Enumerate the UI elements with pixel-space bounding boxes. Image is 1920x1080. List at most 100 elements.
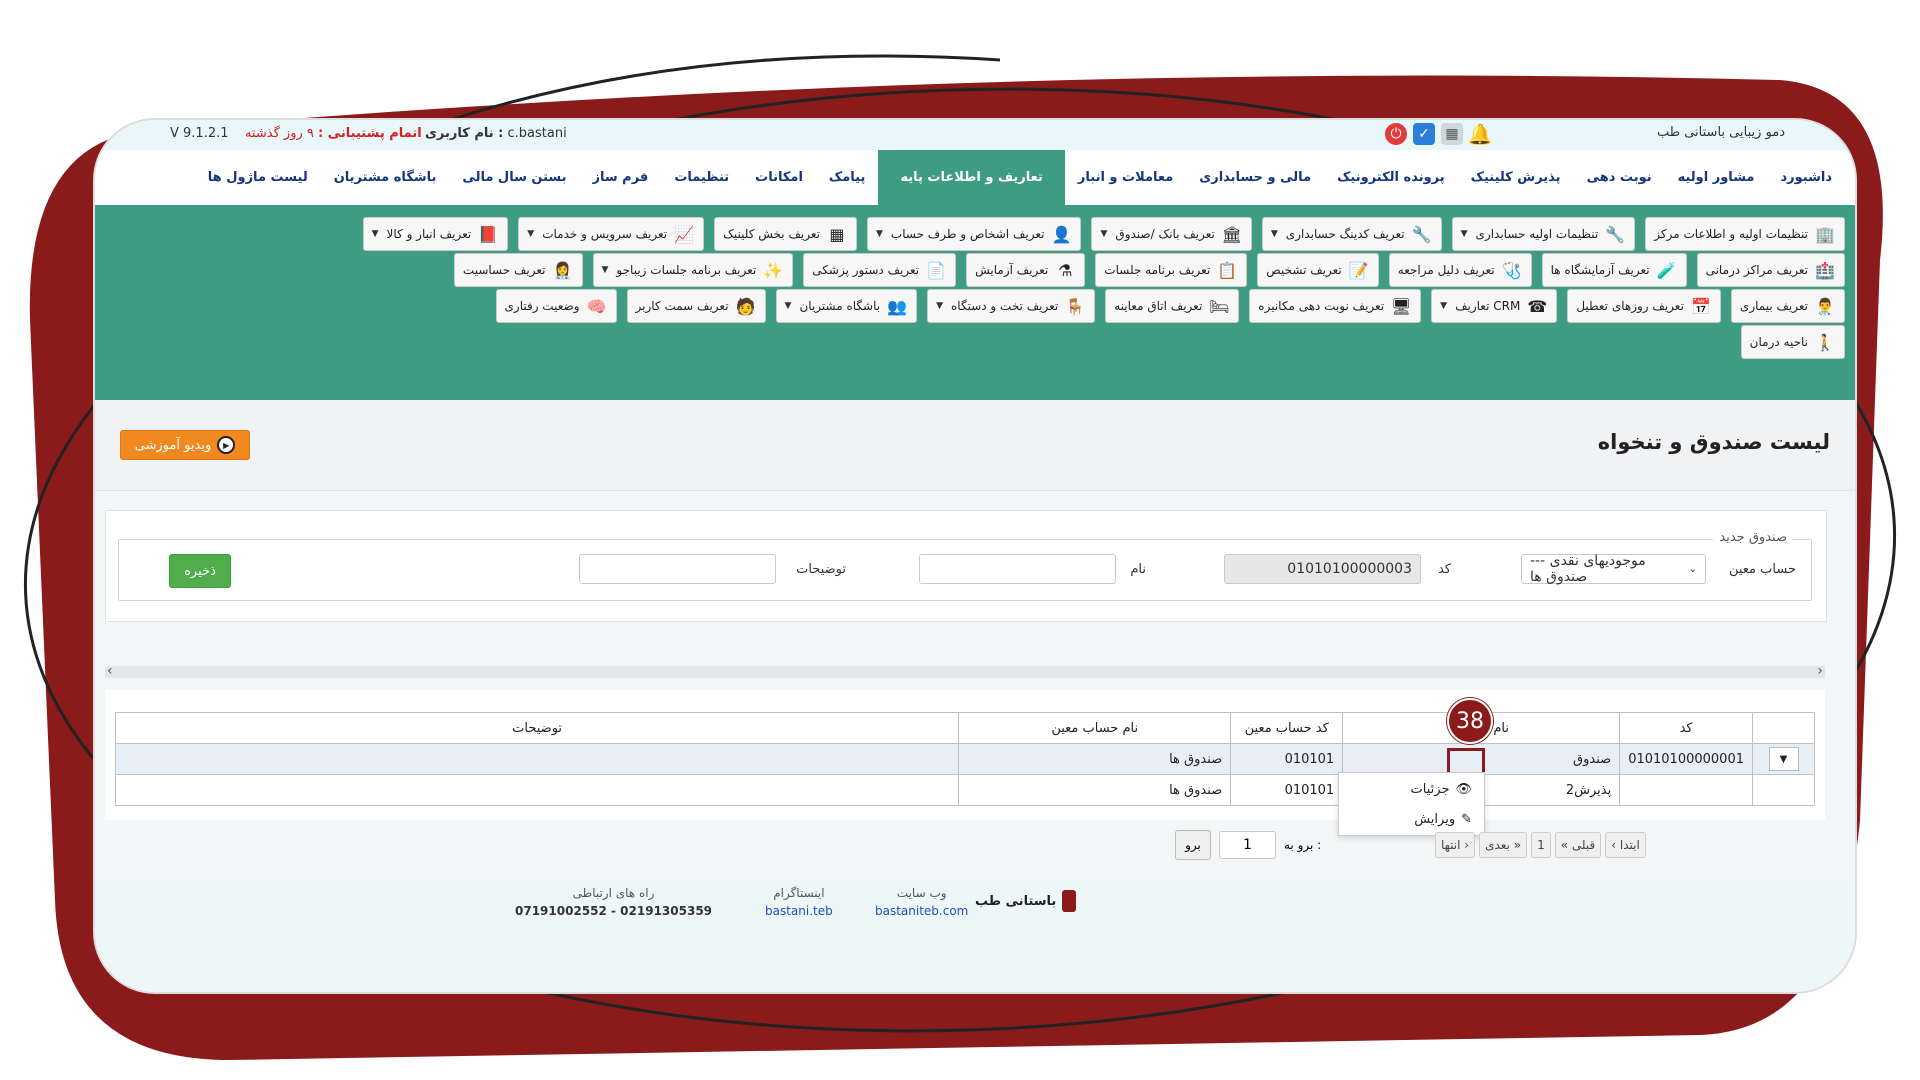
table-row[interactable]: پذیرش2 010101 صندوق ها bbox=[114, 774, 1815, 806]
horizontal-scrollbar[interactable]: ‹ › bbox=[105, 663, 1825, 679]
toolbar-button-label: تعریف برنامه جلسات bbox=[1104, 263, 1211, 277]
toolbar-button-icon: ▦ bbox=[829, 224, 845, 244]
calendar-check-icon[interactable]: ✓ bbox=[1413, 123, 1435, 145]
username: c.bastani bbox=[507, 126, 567, 141]
pager-page[interactable]: 1 bbox=[1531, 832, 1551, 858]
table-header-row: کد نام حساب کد حساب معین نام حساب معین ت… bbox=[114, 712, 1815, 744]
toolbar-button[interactable]: 📝 تعریف تشخیص bbox=[1257, 253, 1379, 287]
toolbar-button[interactable]: 👤 تعریف اشخاص و طرف حساب ▼ bbox=[866, 217, 1082, 251]
save-button[interactable]: ذخیره bbox=[169, 554, 231, 588]
toolbar-button[interactable]: 🛏 تعریف اتاق معاینه bbox=[1105, 289, 1240, 323]
toolbar-button[interactable]: 🪑 تعریف تخت و دستگاه ▼ bbox=[927, 289, 1096, 323]
pager-next[interactable]: بعدی » bbox=[1479, 832, 1528, 858]
pagination: ‹ ابتدا « قبلی 1 بعدی » انتها › bbox=[1435, 832, 1646, 858]
menu-item[interactable]: تعاریف و اطلاعات پایه bbox=[878, 150, 1065, 205]
toolbar-button[interactable]: 🧠 وضعیت رفتاری bbox=[495, 289, 617, 323]
table-row[interactable]: ▼ 01010100000001 صندوق 010101 صندوق ها bbox=[114, 743, 1815, 775]
name-field[interactable] bbox=[919, 554, 1116, 584]
menu-item[interactable]: تنظیمات bbox=[661, 150, 742, 205]
toolbar-button[interactable]: ☎ تعاریف CRM ▼ bbox=[1431, 289, 1558, 323]
toolbar-button[interactable]: ✨ تعریف برنامه جلسات زیباجو ▼ bbox=[592, 253, 794, 287]
toolbar-button[interactable]: 🧑 تعریف سمت کاربر bbox=[626, 289, 766, 323]
calendar-icon[interactable]: ▦ bbox=[1441, 123, 1463, 145]
toolbar-button[interactable]: 📕 تعریف انبار و کالا ▼ bbox=[362, 217, 509, 251]
toolbar-button[interactable]: 🏢 تنظیمات اولیه و اطلاعات مرکز bbox=[1645, 217, 1845, 251]
menu-item[interactable]: پذیرش کلینیک bbox=[1458, 150, 1574, 205]
menu-item[interactable]: فرم ساز bbox=[580, 150, 662, 205]
toolbar-button[interactable]: 🚶 ناحیه درمان bbox=[1740, 325, 1845, 359]
cash-box-table-card: کد نام حساب کد حساب معین نام حساب معین ت… bbox=[105, 690, 1825, 820]
instagram-link[interactable]: bastani.teb bbox=[765, 904, 833, 918]
menu-item[interactable]: نوبت دهی bbox=[1574, 150, 1665, 205]
toolbar-button-label: تعاریف CRM bbox=[1455, 299, 1521, 313]
menu-item[interactable]: بستن سال مالی bbox=[449, 150, 579, 205]
eye-icon: 👁 bbox=[1455, 781, 1472, 797]
pager-first[interactable]: ‹ ابتدا bbox=[1605, 832, 1646, 858]
menu-item[interactable]: پیامک bbox=[816, 150, 878, 205]
toolbar-button-icon: 🚶 bbox=[1815, 332, 1835, 352]
menu-item-edit[interactable]: ✎ ویرایش bbox=[1339, 805, 1484, 833]
account-select[interactable]: موجودیهای نقدی --- صندوق ها ⌄ bbox=[1521, 553, 1706, 585]
power-icon[interactable]: ⏻ bbox=[1385, 123, 1407, 145]
menu-item[interactable]: لیست ماژول ها bbox=[195, 150, 321, 205]
toolbar-button[interactable]: 👥 باشگاه مشتریان ▼ bbox=[775, 289, 918, 323]
code-field[interactable]: 01010100000003 bbox=[1224, 554, 1421, 584]
toolbar-button[interactable]: 🏛 تعریف بانک /صندوق ▼ bbox=[1091, 217, 1252, 251]
account-label: حساب معین bbox=[1728, 562, 1796, 577]
version: V 9.1.2.1 bbox=[170, 126, 229, 141]
toolbar-button[interactable]: ▦ تعریف بخش کلینیک bbox=[714, 217, 857, 251]
toolbar-button-icon: ☎ bbox=[1527, 296, 1548, 316]
toolbar-row-2: 🏥 تعریف مراکز درمانی 🧪 تعریف آزمایشگاه ها 🩺 ت… bbox=[453, 253, 1845, 287]
toolbar-button-label: تعریف دلیل مراجعه bbox=[1397, 263, 1495, 277]
toolbar-button[interactable]: 📈 تعریف سرویس و خدمات ▼ bbox=[518, 217, 705, 251]
bell-icon[interactable]: 🔔 bbox=[1468, 122, 1493, 146]
toolbar-button[interactable]: 📄 تعریف دستور پزشکی bbox=[803, 253, 957, 287]
toolbar-button[interactable]: 🔧 تنظیمات اولیه حسابداری ▼ bbox=[1451, 217, 1636, 251]
toolbar-button[interactable]: 🩺 تعریف دلیل مراجعه bbox=[1388, 253, 1532, 287]
user-info: نام کاربری : c.bastani bbox=[425, 126, 567, 141]
goto-button[interactable]: برو bbox=[1175, 830, 1211, 860]
menu-item[interactable]: معاملات و انبار bbox=[1065, 150, 1186, 205]
toolbar-button[interactable]: 📋 تعریف برنامه جلسات bbox=[1095, 253, 1248, 287]
toolbar-button[interactable]: 🧪 تعریف آزمایشگاه ها bbox=[1541, 253, 1687, 287]
toolbar-button[interactable]: 🔧 تعریف کدینگ حسابداری ▼ bbox=[1261, 217, 1442, 251]
toolbar-button-label: تنظیمات اولیه حسابداری bbox=[1475, 227, 1599, 241]
pager-prev[interactable]: « قبلی bbox=[1554, 832, 1602, 858]
cell-code bbox=[1619, 774, 1753, 806]
description-label: توضیحات bbox=[796, 562, 846, 577]
toolbar-button[interactable]: 👩‍⚕️ تعریف حساسیت bbox=[453, 253, 583, 287]
toolbar-button-label: تعریف بخش کلینیک bbox=[723, 227, 820, 241]
step-badge: 38 bbox=[1447, 698, 1493, 744]
video-tutorial-button[interactable]: ▶ ویدیو آموزشی bbox=[120, 430, 250, 460]
toolbar-button-label: تعریف آزمایشگاه ها bbox=[1550, 263, 1650, 277]
toolbar-button-label: تعریف تخت و دستگاه bbox=[951, 299, 1059, 313]
menu-item[interactable]: مالی و حسابداری bbox=[1186, 150, 1324, 205]
goto-input[interactable]: 1 bbox=[1219, 831, 1276, 859]
toolbar-button[interactable]: 👨‍⚕️ تعریف بیماری bbox=[1730, 289, 1845, 323]
toolbar-button-label: تعریف سرویس و خدمات bbox=[542, 227, 668, 241]
top-icons: ⏻ ✓ ▦ 🔔 bbox=[1385, 122, 1493, 146]
scroll-left-icon[interactable]: ‹ bbox=[107, 663, 113, 679]
toolbar-button-icon: 👨‍⚕️ bbox=[1815, 296, 1835, 316]
scroll-right-icon[interactable]: › bbox=[1817, 663, 1823, 679]
menu-item[interactable]: باشگاه مشتریان bbox=[321, 150, 450, 205]
toolbar-button[interactable]: 🏥 تعریف مراکز درمانی bbox=[1696, 253, 1845, 287]
menu-item[interactable]: پرونده الکترونیک bbox=[1324, 150, 1458, 205]
toolbar-button[interactable]: ⚗ تعریف آزمایش bbox=[966, 253, 1086, 287]
column-header-description: توضیحات bbox=[114, 712, 960, 744]
toolbar-button[interactable]: 🖥 تعریف نوبت دهی مکانیزه bbox=[1249, 289, 1422, 323]
menu-item[interactable]: داشبورد bbox=[1767, 150, 1845, 205]
menu-item[interactable]: مشاور اولیه bbox=[1665, 150, 1768, 205]
menu-item-details[interactable]: 👁 جزئیات bbox=[1339, 775, 1484, 803]
toolbar-button[interactable]: 📅 تعریف روزهای تعطیل bbox=[1567, 289, 1721, 323]
cell-description bbox=[114, 774, 960, 806]
toolbar-button-label: تعریف تشخیص bbox=[1266, 263, 1342, 277]
description-field[interactable] bbox=[579, 554, 776, 584]
pager-last[interactable]: انتها › bbox=[1435, 832, 1476, 858]
row-actions-dropdown-button[interactable]: ▼ bbox=[1768, 747, 1799, 771]
column-header-actions bbox=[1752, 712, 1815, 744]
website-link[interactable]: bastaniteb.com bbox=[875, 904, 968, 918]
menu-item[interactable]: امکانات bbox=[742, 150, 816, 205]
toolbar-row-3: 👨‍⚕️ تعریف بیماری 📅 تعریف روزهای تعطیل ☎ تعار… bbox=[495, 289, 1845, 323]
toolbar-button-icon: 🩺 bbox=[1501, 260, 1522, 280]
